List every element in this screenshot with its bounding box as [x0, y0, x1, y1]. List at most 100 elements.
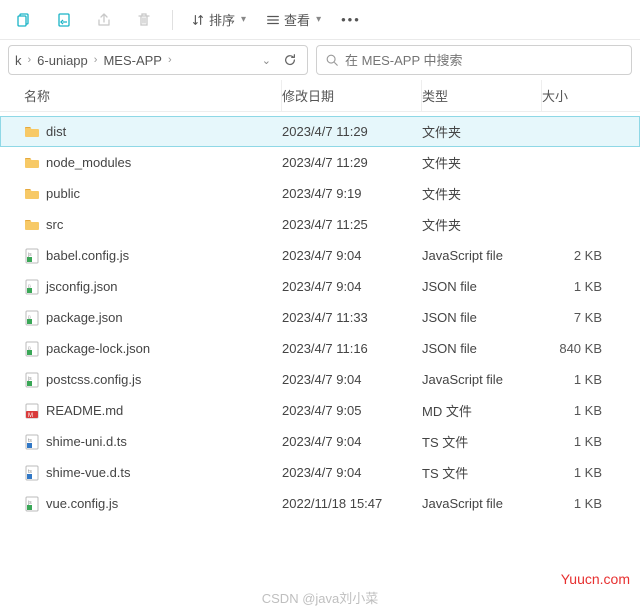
file-date: 2023/4/7 9:04	[282, 279, 422, 294]
view-icon	[266, 13, 280, 27]
file-type: JavaScript file	[422, 372, 542, 387]
folder-icon	[24, 186, 40, 202]
more-button[interactable]: •••	[335, 4, 367, 36]
file-name: dist	[46, 124, 66, 139]
address-bar-row: k › 6-uniapp › MES-APP › ⌄	[0, 40, 640, 80]
svg-text:js: js	[27, 252, 32, 258]
file-row[interactable]: dist 2023/4/7 11:29文件夹	[0, 116, 640, 147]
file-size: 1 KB	[542, 403, 612, 418]
column-size[interactable]: 大小	[542, 80, 612, 111]
file-row[interactable]: js postcss.config.js2023/4/7 9:04JavaScr…	[0, 364, 640, 395]
js-icon: js	[24, 248, 40, 264]
file-size: 1 KB	[542, 434, 612, 449]
file-date: 2023/4/7 9:04	[282, 465, 422, 480]
column-headers: 名称 修改日期 类型 大小	[0, 80, 640, 112]
file-date: 2023/4/7 9:04	[282, 434, 422, 449]
file-size: 1 KB	[542, 372, 612, 387]
file-row[interactable]: node_modules2023/4/7 11:29文件夹	[0, 147, 640, 178]
file-type: 文件夹	[422, 215, 542, 234]
file-type: JavaScript file	[422, 248, 542, 263]
column-name[interactable]: 名称	[24, 80, 282, 111]
file-date: 2023/4/7 11:29	[282, 124, 422, 139]
file-type: 文件夹	[422, 122, 542, 141]
chevron-right-icon: ›	[166, 54, 174, 66]
svg-text:M: M	[28, 413, 33, 419]
folder-icon	[24, 155, 40, 171]
chevron-right-icon: ›	[92, 54, 100, 66]
file-name: shime-vue.d.ts	[46, 465, 131, 480]
file-row[interactable]: public 2023/4/7 9:19文件夹	[0, 178, 640, 209]
search-input[interactable]	[345, 53, 623, 68]
file-name: shime-uni.d.ts	[46, 434, 127, 449]
refresh-icon	[283, 53, 297, 67]
toolbar: 排序 ▾ 查看 ▾ •••	[0, 0, 640, 40]
column-date[interactable]: 修改日期	[282, 80, 422, 111]
file-date: 2023/4/7 9:19	[282, 186, 422, 201]
sort-label: 排序	[209, 10, 235, 29]
js-icon: js	[24, 372, 40, 388]
file-date: 2023/4/7 11:25	[282, 217, 422, 232]
file-name: package-lock.json	[46, 341, 150, 356]
share-icon	[96, 12, 112, 28]
file-date: 2023/4/7 9:04	[282, 248, 422, 263]
paste-icon	[56, 12, 72, 28]
toolbar-separator	[172, 10, 173, 30]
js-icon: js	[24, 496, 40, 512]
file-type: 文件夹	[422, 184, 542, 203]
md-icon: M	[24, 403, 40, 419]
search-box[interactable]	[316, 45, 632, 75]
file-type: JSON file	[422, 279, 542, 294]
delete-button[interactable]	[128, 4, 160, 36]
sort-button[interactable]: 排序 ▾	[185, 4, 252, 36]
file-size: 2 KB	[542, 248, 612, 263]
crumb-1[interactable]: 6-uniapp	[37, 53, 88, 68]
file-size: 1 KB	[542, 279, 612, 294]
file-row[interactable]: ts shime-vue.d.ts2023/4/7 9:04TS 文件1 KB	[0, 457, 640, 488]
file-size: 840 KB	[542, 341, 612, 356]
sort-icon	[191, 13, 205, 27]
column-type[interactable]: 类型	[422, 80, 542, 111]
file-row[interactable]: {} package-lock.json2023/4/7 11:16JSON f…	[0, 333, 640, 364]
file-type: 文件夹	[422, 153, 542, 172]
breadcrumb[interactable]: k › 6-uniapp › MES-APP › ⌄	[8, 45, 308, 75]
file-date: 2023/4/7 9:04	[282, 372, 422, 387]
more-icon: •••	[341, 12, 361, 27]
file-row[interactable]: js vue.config.js2022/11/18 15:47JavaScri…	[0, 488, 640, 519]
file-row[interactable]: {} package.json2023/4/7 11:33JSON file7 …	[0, 302, 640, 333]
file-name: babel.config.js	[46, 248, 129, 263]
file-type: TS 文件	[422, 432, 542, 451]
file-row[interactable]: src2023/4/7 11:25文件夹	[0, 209, 640, 240]
file-row[interactable]: {} jsconfig.json 2023/4/7 9:04JSON file1 …	[0, 271, 640, 302]
file-size: 7 KB	[542, 310, 612, 325]
json-icon: {}	[24, 279, 40, 295]
folder-icon	[24, 217, 40, 233]
crumb-0[interactable]: k	[15, 53, 22, 68]
svg-text:js: js	[27, 500, 32, 506]
svg-text:js: js	[27, 376, 32, 382]
view-button[interactable]: 查看 ▾	[260, 4, 327, 36]
file-date: 2022/11/18 15:47	[282, 496, 422, 511]
file-date: 2023/4/7 11:29	[282, 155, 422, 170]
crumb-2[interactable]: MES-APP	[103, 53, 162, 68]
copy-button[interactable]	[8, 4, 40, 36]
view-label: 查看	[284, 10, 310, 29]
file-date: 2023/4/7 11:33	[282, 310, 422, 325]
share-button[interactable]	[88, 4, 120, 36]
watermark-site: Yuucn.com	[561, 571, 630, 587]
file-row[interactable]: js babel.config.js 2023/4/7 9:04JavaScrip…	[0, 240, 640, 271]
file-row[interactable]: ts shime-uni.d.ts 2023/4/7 9:04TS 文件1 KB	[0, 426, 640, 457]
file-name: jsconfig.json	[46, 279, 118, 294]
folder-icon	[24, 124, 40, 140]
svg-text:ts: ts	[28, 438, 32, 444]
chevron-right-icon: ›	[26, 54, 34, 66]
json-icon: {}	[24, 310, 40, 326]
file-type: MD 文件	[422, 401, 542, 420]
paste-button[interactable]	[48, 4, 80, 36]
refresh-button[interactable]	[279, 53, 301, 67]
ts-icon: ts	[24, 465, 40, 481]
file-name: README.md	[46, 403, 123, 418]
file-type: JSON file	[422, 341, 542, 356]
file-row[interactable]: M README.md2023/4/7 9:05MD 文件1 KB	[0, 395, 640, 426]
file-name: public	[46, 186, 80, 201]
breadcrumb-dropdown[interactable]: ⌄	[178, 54, 275, 67]
